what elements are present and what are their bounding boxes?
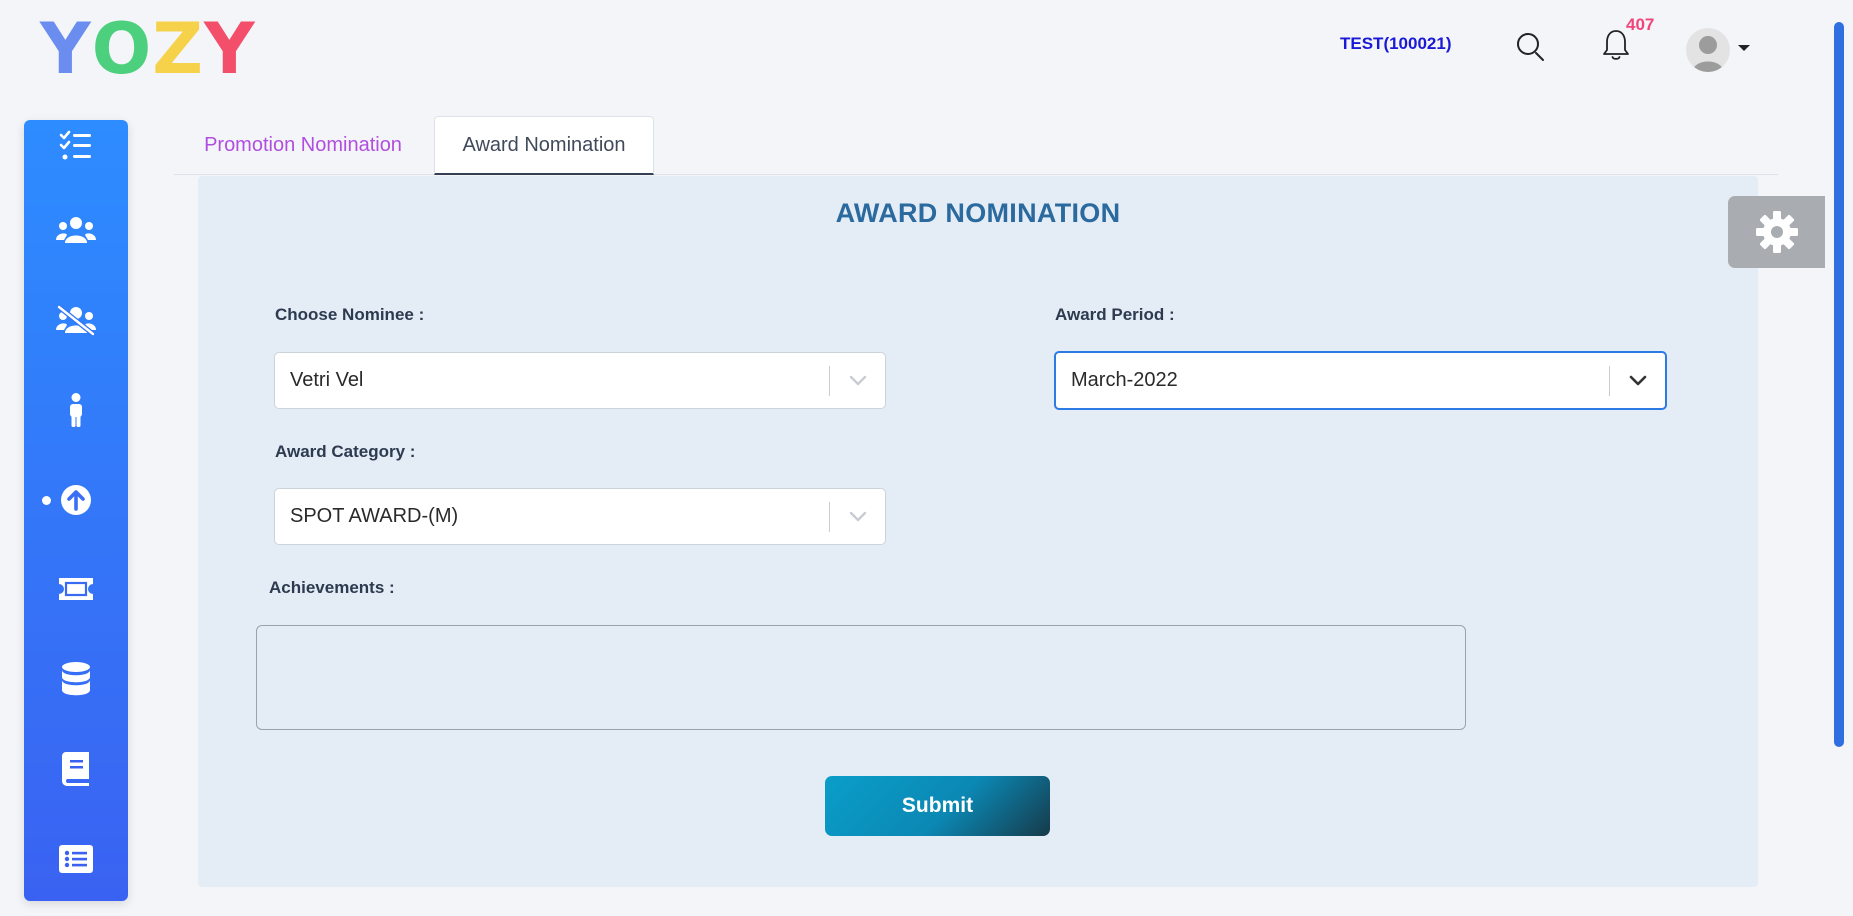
sidebar-item-database[interactable] [24,649,128,709]
page-scrollbar[interactable] [1834,22,1844,747]
ticket-icon [59,578,93,600]
active-indicator [42,496,51,505]
chevron-down-icon[interactable] [1610,352,1665,409]
settings-button[interactable] [1728,196,1825,268]
tab-award-nomination[interactable]: Award Nomination [434,116,654,175]
user-avatar[interactable] [1686,28,1730,72]
notification-count: 407 [1626,15,1655,34]
logo-letter-y2: Y [203,8,256,90]
yozy-logo[interactable]: YOZY [40,14,256,84]
users-icon [56,217,96,243]
award-nomination-card: AWARD NOMINATION Choose Nominee : Vetri … [198,176,1758,887]
chevron-down-icon[interactable] [830,488,885,545]
logo-letter-y: Y [40,8,92,90]
page-title: AWARD NOMINATION [835,198,1121,228]
award-period-select[interactable]: March-2022 [1054,351,1667,410]
chevron-down-icon[interactable] [830,352,885,409]
award-category-select[interactable]: SPOT AWARD-(M) [274,488,886,545]
award-period-label: Award Period : [1055,305,1175,324]
sidebar-item-ticket[interactable] [24,559,128,619]
list-alt-icon [59,845,93,873]
user-code[interactable]: TEST(100021) [1340,34,1452,54]
achievements-textarea[interactable] [256,625,1466,730]
achievements-label: Achievements : [269,578,395,597]
checklist-icon [59,130,91,160]
sidebar-item-users-slash[interactable] [24,290,128,350]
logo-letter-o: O [91,8,153,90]
sidebar [24,120,128,901]
sidebar-item-person[interactable] [24,380,128,440]
sidebar-item-checklist[interactable] [24,116,128,176]
tab-promotion-nomination[interactable]: Promotion Nomination [185,116,421,175]
user-menu-caret-icon[interactable] [1738,45,1750,51]
book-icon [62,752,89,786]
nominee-label: Choose Nominee : [275,305,425,324]
users-slash-icon [56,305,96,336]
gear-icon [1755,211,1798,253]
award-category-label: Award Category : [275,442,416,461]
sidebar-item-list[interactable] [24,829,128,889]
sidebar-item-book[interactable] [24,739,128,799]
nominee-value: Vetri Vel [290,369,364,391]
search-icon[interactable] [1514,30,1548,64]
sidebar-item-users[interactable] [24,200,128,260]
sidebar-item-promotion[interactable] [24,470,128,530]
award-category-value: SPOT AWARD-(M) [290,505,459,527]
nominee-select[interactable]: Vetri Vel [274,352,886,409]
arrow-up-circle-icon [61,485,91,515]
logo-letter-z: Z [152,8,204,90]
award-period-value: March-2022 [1071,369,1178,391]
submit-button[interactable]: Submit [825,776,1050,836]
person-icon [70,393,82,427]
database-icon [62,662,90,696]
